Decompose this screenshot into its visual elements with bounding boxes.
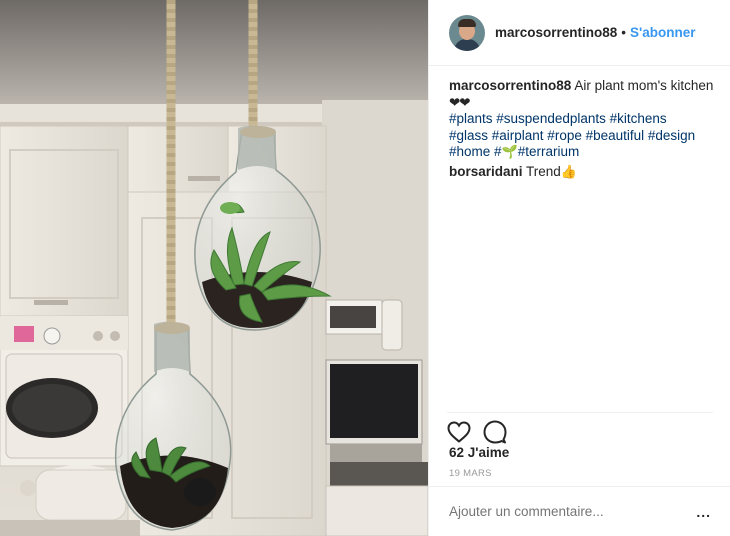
comment-author-link[interactable]: borsaridani [449, 164, 523, 179]
username-link[interactable]: marcosorrentino88 [495, 25, 617, 40]
post-actions [447, 412, 713, 444]
caption-hashtags-line-3[interactable]: #home # [449, 144, 502, 159]
caption-text: Air plant mom's kitchen [574, 78, 714, 93]
post-caption: marcosorrentino88 Air plant mom's kitche… [449, 78, 717, 161]
comment-item: borsaridani Trend👍 [449, 164, 577, 180]
photo-hanging-glass-terrariums [0, 0, 428, 536]
caption-hashtags-line-2[interactable]: #glass #airplant #rope #beautiful #desig… [449, 128, 695, 143]
post-photo [0, 0, 428, 536]
caption-hearts-emoji: ❤❤ [449, 94, 471, 110]
speech-bubble-icon[interactable] [483, 420, 507, 444]
avatar-shirt [454, 38, 480, 51]
thumbs-up-icon: 👍 [560, 164, 577, 179]
caption-author-link[interactable]: marcosorrentino88 [449, 78, 571, 93]
post-side-panel: marcosorrentino88 • S'abonner marcosorre… [428, 0, 730, 536]
post-header: marcosorrentino88 • S'abonner [429, 0, 730, 66]
heart-outline-icon[interactable] [447, 420, 471, 443]
separator-dot: • [621, 25, 627, 40]
comment-input[interactable] [449, 504, 697, 519]
add-comment-bar: ... [429, 486, 730, 536]
post-date: 19 MARS [449, 468, 492, 479]
avatar-hair [458, 18, 476, 27]
comment-text: Trend [526, 164, 561, 179]
caption-hashtag-terrarium[interactable]: #terrarium [518, 144, 580, 159]
ellipsis-icon[interactable]: ... [696, 504, 711, 520]
likes-count[interactable]: 62 J'aime [449, 445, 509, 460]
avatar[interactable] [449, 14, 485, 51]
follow-button[interactable]: S'abonner [630, 25, 695, 40]
sprout-icon: 🌱 [501, 144, 518, 159]
caption-hashtags-line-1[interactable]: #plants #suspendedplants #kitchens [449, 111, 667, 126]
